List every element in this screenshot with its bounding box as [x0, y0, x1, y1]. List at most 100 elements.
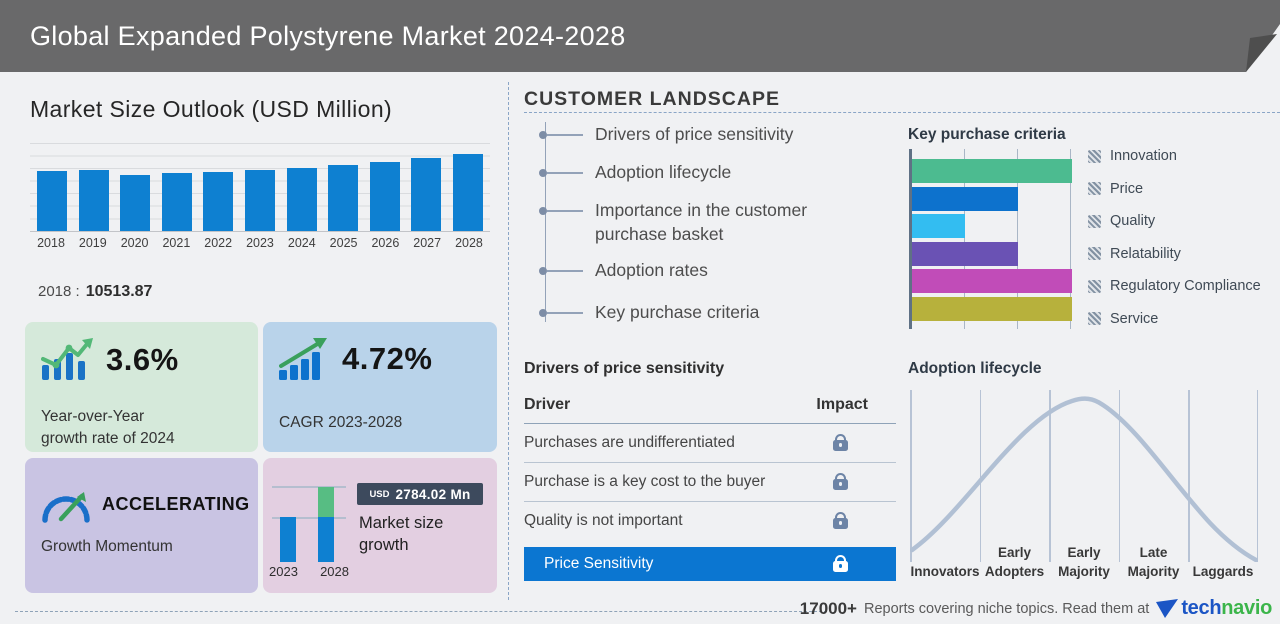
bar-2021: [161, 172, 192, 231]
criteria-bar-service: [912, 296, 1072, 321]
list-node-dot: [539, 309, 547, 317]
mini-growth-segment: [318, 487, 334, 517]
bar-chart-x-axis-labels: 2018 2019 2020 2021 2022 2023 2024 2025 2026 2027…: [30, 236, 490, 250]
list-connector: [547, 172, 583, 174]
bar-2025: [328, 165, 359, 231]
legend-label: Service: [1110, 310, 1159, 327]
list-connector: [547, 134, 583, 136]
list-node-dot: [539, 169, 547, 177]
lock-icon: [833, 555, 848, 572]
base-year-number: 10513.87: [85, 283, 153, 300]
drivers-table-rows: Purchases are undifferentiated Purchase i…: [524, 424, 896, 540]
cagr-value: 4.72%: [342, 341, 433, 376]
driver-label: Quality is not important: [524, 512, 683, 529]
infographic-canvas: Global Expanded Polystyrene Market 2024-…: [0, 0, 1280, 624]
yoy-growth-card: 3.6% Year-over-Year growth rate of 2024: [25, 322, 258, 452]
year-label-2025: 2025: [329, 236, 358, 250]
landscape-item-label: Drivers of price sensitivity: [595, 124, 794, 144]
year-label-2019: 2019: [78, 236, 107, 250]
criteria-bar-innovation: [912, 159, 1072, 183]
legend-label: Relatability: [1110, 245, 1181, 262]
legend-item: Price: [1088, 181, 1261, 197]
legend-hatch-icon: [1088, 182, 1101, 195]
bar-2027: [411, 157, 442, 231]
list-node-dot: [539, 131, 547, 139]
landscape-item-label: Importance in the customer purchase bask…: [595, 200, 808, 244]
base-year-value: 2018 : 10513.87: [38, 283, 152, 301]
drivers-table-header: Driver Impact: [524, 396, 896, 424]
legend-item: Innovation: [1088, 148, 1261, 164]
year-label-2026: 2026: [371, 236, 400, 250]
lock-icon: [833, 434, 848, 451]
landscape-item: Drivers of price sensitivity: [539, 123, 845, 147]
momentum-label: Growth Momentum: [41, 538, 173, 555]
legend-label: Quality: [1110, 213, 1156, 229]
speedometer-icon: [42, 492, 90, 523]
year-label-2022: 2022: [204, 236, 233, 250]
price-sensitivity-row: Price Sensitivity: [524, 547, 896, 581]
year-label-2020: 2020: [120, 236, 149, 250]
header-bar: Global Expanded Polystyrene Market 2024-…: [0, 0, 1280, 72]
footer: 17000+ Reports covering niche topics. Re…: [799, 597, 1273, 620]
growth-bars-icon: [41, 338, 93, 380]
criteria-bar-regulatory-compliance: [912, 269, 1072, 293]
brand-tech: tech: [1181, 597, 1222, 619]
bar-2028: [452, 153, 483, 231]
driver-column-header: Driver: [524, 396, 571, 413]
market-size-growth-card: 2023 2028 USD 2784.02 Mn Market size gro…: [263, 458, 497, 593]
stage-label: Early Adopters: [984, 545, 1045, 580]
legend-hatch-icon: [1088, 247, 1101, 260]
mini-chart-years: 2023 2028: [269, 564, 349, 579]
growth-momentum-card: ACCELERATING Growth Momentum: [25, 458, 258, 593]
page-title: Global Expanded Polystyrene Market 2024-…: [30, 21, 626, 51]
legend-item: Quality: [1088, 213, 1261, 229]
bar-2024: [286, 167, 317, 231]
landscape-item-label: Adoption lifecycle: [595, 162, 732, 182]
lifecycle-stage-labels: Innovators Early Adopters Early Majority Late…: [910, 538, 1258, 582]
list-connector: [547, 210, 583, 212]
list-connector: [547, 270, 583, 272]
year-label-2024: 2024: [287, 236, 316, 250]
bar-2026: [369, 161, 400, 231]
legend-label: Innovation: [1110, 148, 1177, 164]
base-year-label: 2018 :: [38, 283, 80, 300]
market-size-bar-chart: [30, 143, 490, 232]
mini-bar-2023: [280, 517, 296, 562]
yoy-label: Year-over-Year growth rate of 2024: [41, 408, 175, 447]
landscape-item: Adoption rates: [539, 259, 845, 283]
adoption-lifecycle-chart: [910, 390, 1258, 562]
growth-amount-badge: USD 2784.02 Mn: [357, 483, 483, 505]
brand-navio: navio: [1221, 597, 1272, 619]
customer-landscape-title: CUSTOMER LANDSCAPE: [524, 88, 780, 110]
driver-row: Purchase is a key cost to the buyer: [524, 463, 896, 502]
bell-curve: [910, 396, 1258, 562]
bar-2019: [78, 169, 109, 231]
driver-label: Purchases are undifferentiated: [524, 434, 735, 451]
driver-label: Purchase is a key cost to the buyer: [524, 473, 766, 490]
criteria-bar-price: [912, 186, 1018, 211]
lock-icon: [833, 473, 848, 490]
criteria-bar-quality: [912, 214, 965, 238]
legend-hatch-icon: [1088, 149, 1101, 163]
bar-2020: [120, 174, 151, 231]
customer-landscape-underline: [524, 112, 1280, 113]
bar-2022: [203, 171, 234, 231]
landscape-item-label: Adoption rates: [595, 260, 708, 280]
driver-row: Purchases are undifferentiated: [524, 424, 896, 463]
driver-row: Quality is not important: [524, 502, 896, 540]
impact-column-header: Impact: [816, 396, 868, 413]
legend-label: Price: [1110, 180, 1144, 197]
year-label-2028: 2028: [455, 236, 483, 250]
legend-item: Relatability: [1088, 246, 1261, 262]
technavio-arrow-icon: [1156, 599, 1179, 618]
list-node-dot: [539, 207, 547, 215]
lock-icon: [833, 512, 848, 529]
bar-2023: [244, 169, 275, 231]
key-purchase-criteria-chart: [909, 149, 1072, 329]
legend-item: Service: [1088, 311, 1261, 327]
legend-hatch-icon: [1088, 312, 1101, 325]
drivers-table-title: Drivers of price sensitivity: [524, 360, 725, 377]
stage-label: Late Majority: [1127, 545, 1180, 580]
report-count: 17000+: [799, 598, 857, 618]
technavio-logo[interactable]: technavio: [1156, 597, 1272, 620]
